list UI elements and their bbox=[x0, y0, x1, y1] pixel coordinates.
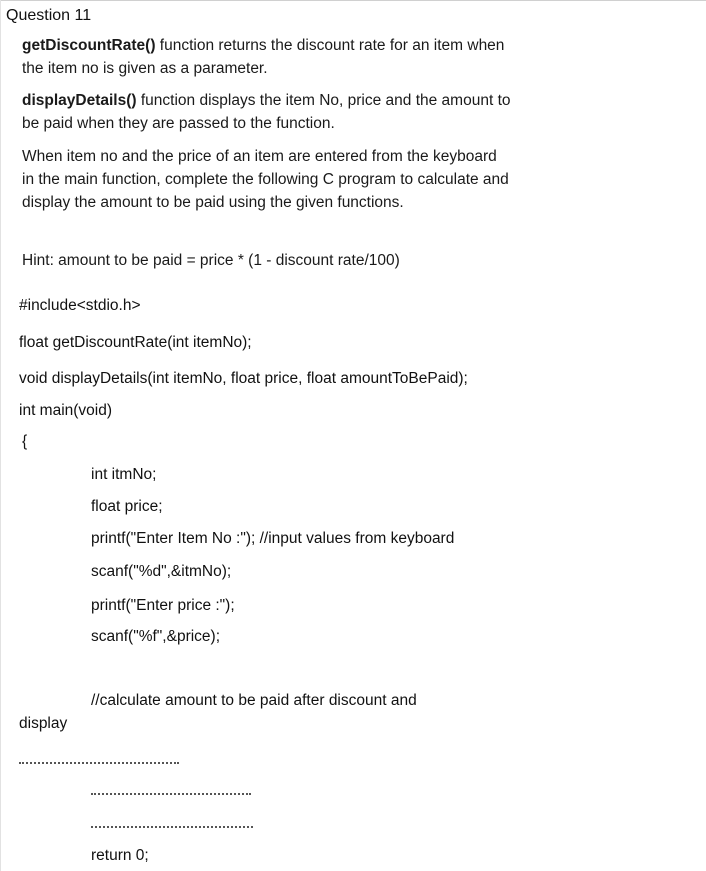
code-scanf-price: scanf("%f",&price); bbox=[91, 628, 221, 645]
code-printf-item-no: printf("Enter Item No :"); //input value… bbox=[91, 530, 455, 547]
top-divider bbox=[0, 0, 706, 1]
paragraph-1-line-1: getDiscountRate() function returns the d… bbox=[22, 36, 504, 56]
code-open-brace: { bbox=[22, 433, 28, 450]
answer-blank-line-3 bbox=[91, 826, 253, 828]
code-declare-item-no: int itmNo; bbox=[91, 466, 157, 483]
question-document: Question 11 getDiscountRate() function r… bbox=[0, 0, 706, 871]
code-main-signature: int main(void) bbox=[19, 402, 113, 419]
paragraph-1-line-2: the item no is given as a parameter. bbox=[22, 60, 268, 77]
code-comment-line-2: display bbox=[19, 715, 68, 732]
answer-blank-line-2 bbox=[91, 793, 251, 795]
hint-formula: Hint: amount to be paid = price * (1 - d… bbox=[22, 252, 400, 269]
paragraph-3-line-3: display the amount to be paid using the … bbox=[22, 194, 404, 211]
code-prototype-get-discount-rate: float getDiscountRate(int itemNo); bbox=[19, 334, 252, 351]
code-comment-line-1: //calculate amount to be paid after disc… bbox=[91, 692, 417, 709]
answer-blank-line-1 bbox=[19, 762, 179, 764]
code-printf-price: printf("Enter price :"); bbox=[91, 597, 235, 614]
paragraph-2-line-2: be paid when they are passed to the func… bbox=[22, 115, 335, 132]
paragraph-3-line-1: When item no and the price of an item ar… bbox=[22, 148, 497, 165]
function-name-get-discount-rate: getDiscountRate() bbox=[22, 37, 156, 54]
function-name-display-details: displayDetails() bbox=[22, 92, 137, 109]
question-title: Question 11 bbox=[6, 7, 92, 24]
paragraph-2-line-1-text: function displays the item No, price and… bbox=[136, 92, 511, 109]
code-declare-price: float price; bbox=[91, 498, 163, 515]
code-scanf-item-no: scanf("%d",&itmNo); bbox=[91, 563, 232, 580]
left-border bbox=[0, 0, 1, 871]
code-prototype-display-details: void displayDetails(int itemNo, float pr… bbox=[19, 370, 468, 387]
paragraph-1-line-1-text: function returns the discount rate for a… bbox=[155, 37, 505, 54]
code-return-statement: return 0; bbox=[91, 847, 149, 864]
paragraph-2-line-1: displayDetails() function displays the i… bbox=[22, 91, 511, 111]
code-include: #include<stdio.h> bbox=[19, 297, 141, 314]
paragraph-3-line-2: in the main function, complete the follo… bbox=[22, 171, 509, 188]
